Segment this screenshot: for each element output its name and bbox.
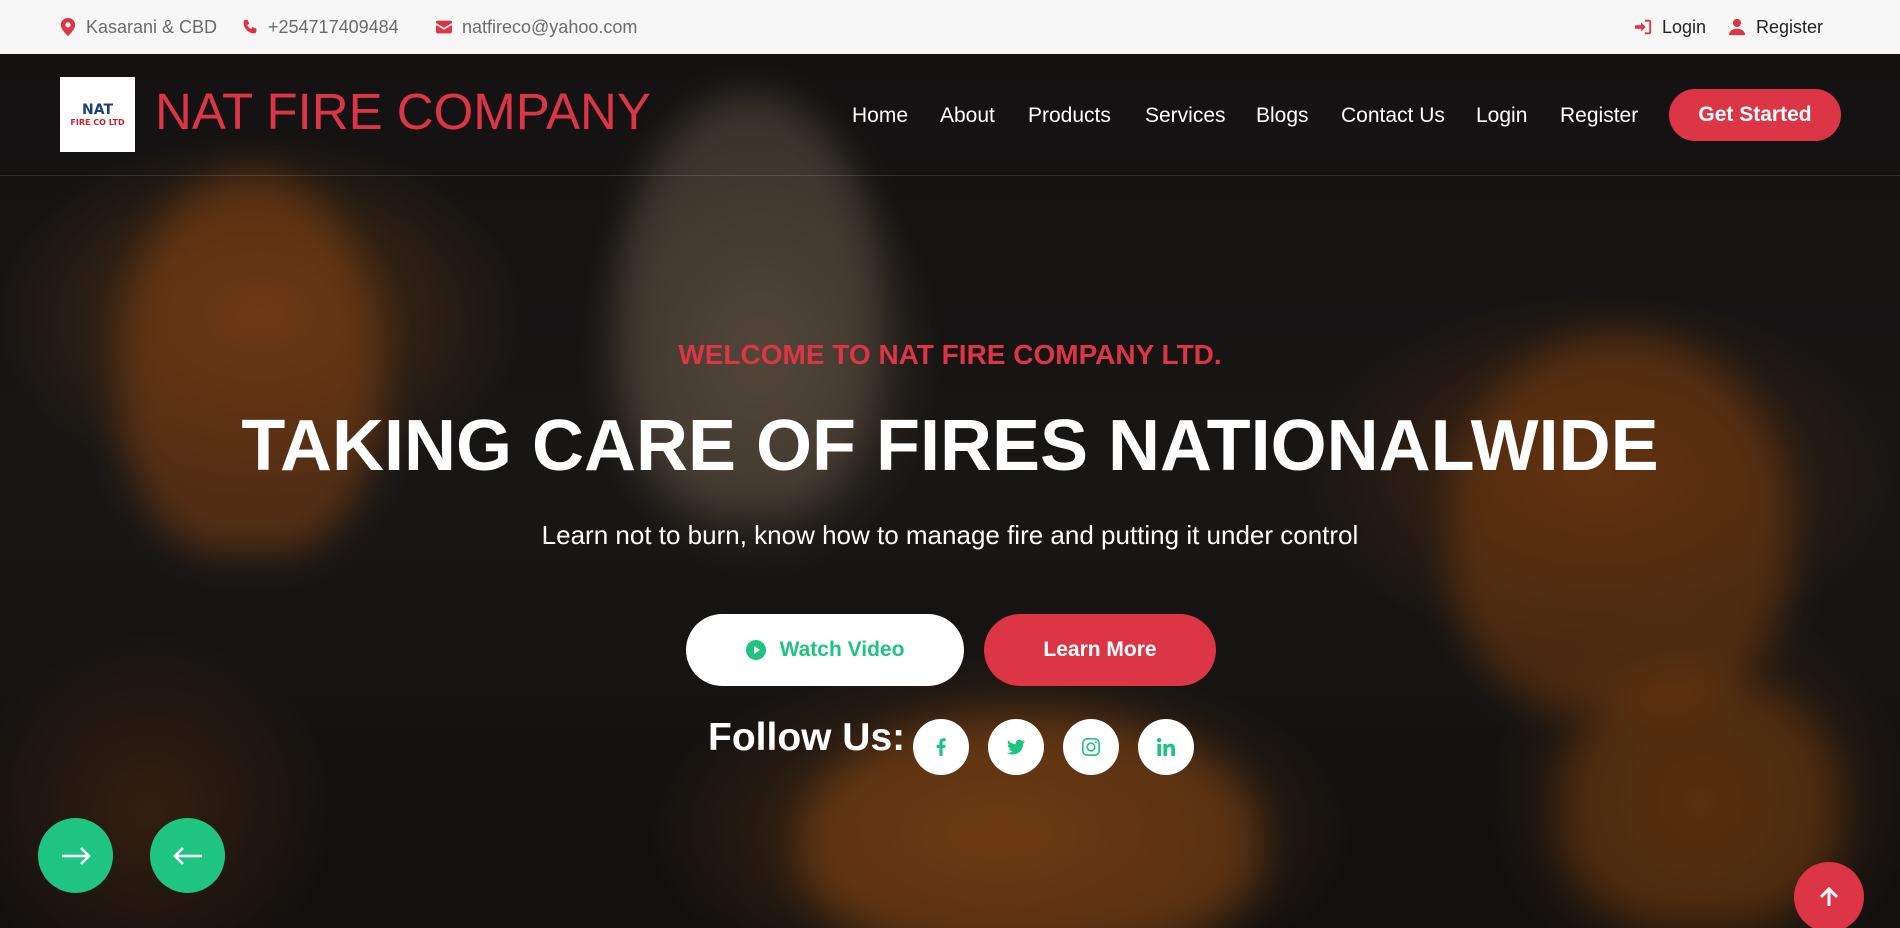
logo-text-bottom: FIRE CO LTD (70, 118, 125, 127)
twitter-icon (1007, 739, 1025, 755)
play-circle-icon (745, 640, 766, 660)
hero-welcome: WELCOME TO NAT FIRE COMPANY LTD. (678, 339, 1222, 370)
nav-item-register[interactable]: Register (1560, 96, 1638, 136)
nav-item-about[interactable]: About (940, 96, 995, 136)
twitter-button[interactable] (988, 719, 1044, 775)
user-icon (1728, 18, 1746, 36)
nav-item-products[interactable]: Products (1028, 96, 1111, 136)
nav-item-contact[interactable]: Contact Us (1341, 96, 1445, 136)
envelope-icon (436, 20, 452, 34)
learn-more-button[interactable]: Learn More (984, 614, 1216, 686)
slider-next-button[interactable] (38, 818, 113, 893)
email-text: natfireco@yahoo.com (462, 16, 638, 37)
nav-blogs-label[interactable]: Blogs (1256, 104, 1309, 128)
location-info: Kasarani & CBD (60, 0, 217, 54)
logo-text-top: NAT (81, 102, 113, 118)
linkedin-icon (1157, 738, 1175, 756)
nav-services-label[interactable]: Services (1145, 104, 1226, 128)
phone-text: +254717409484 (268, 16, 399, 37)
map-pin-icon (60, 18, 76, 36)
watch-video-button[interactable]: Watch Video (686, 614, 964, 686)
slider-prev-button[interactable] (150, 818, 225, 893)
nav-login-label[interactable]: Login (1476, 104, 1527, 128)
phone-info: +254717409484 (242, 0, 399, 54)
top-info-bar: Kasarani & CBD +254717409484 natfireco@y… (0, 0, 1900, 54)
nav-about-label[interactable]: About (940, 104, 995, 128)
hero-headline: TAKING CARE OF FIRES NATIONALWIDE (241, 406, 1659, 486)
topbar-login-link[interactable]: Login (1634, 0, 1706, 54)
sign-in-icon (1634, 19, 1652, 35)
nav-item-login[interactable]: Login (1476, 96, 1527, 136)
nav-products-label[interactable]: Products (1028, 104, 1111, 128)
instagram-button[interactable] (1063, 719, 1119, 775)
topbar-register-label: Register (1756, 16, 1824, 37)
nav-home-label[interactable]: Home (852, 104, 908, 128)
location-text: Kasarani & CBD (86, 16, 218, 37)
watch-video-label: Watch Video (779, 638, 905, 661)
hero-subline: Learn not to burn, know how to manage fi… (541, 520, 1359, 550)
get-started-button[interactable]: Get Started (1669, 89, 1841, 141)
instagram-icon (1082, 738, 1100, 756)
nav-item-services[interactable]: Services (1145, 96, 1226, 136)
phone-icon (243, 19, 257, 34)
linkedin-button[interactable] (1138, 719, 1194, 775)
topbar-login-label: Login (1662, 16, 1707, 37)
arrow-up-icon (1819, 886, 1839, 906)
nav-item-home[interactable]: Home (852, 96, 908, 136)
hero-dark-overlay (0, 54, 1900, 928)
facebook-button[interactable] (913, 719, 969, 775)
nav-item-blogs[interactable]: Blogs (1256, 96, 1309, 136)
arrow-right-icon (61, 846, 91, 865)
nav-register-label[interactable]: Register (1560, 104, 1638, 128)
follow-us-label: Follow Us: (708, 716, 906, 759)
hero-background-image (0, 54, 1900, 928)
company-logo[interactable]: NAT FIRE CO LTD (60, 77, 135, 152)
arrow-left-icon (172, 846, 202, 865)
scroll-to-top-button[interactable] (1794, 862, 1864, 928)
email-info: natfireco@yahoo.com (436, 0, 637, 54)
topbar-register-link[interactable]: Register (1728, 0, 1823, 54)
facebook-icon (936, 738, 946, 756)
nav-contact-label[interactable]: Contact Us (1341, 104, 1445, 128)
brand-name[interactable]: NAT FIRE COMPANY (155, 82, 651, 141)
